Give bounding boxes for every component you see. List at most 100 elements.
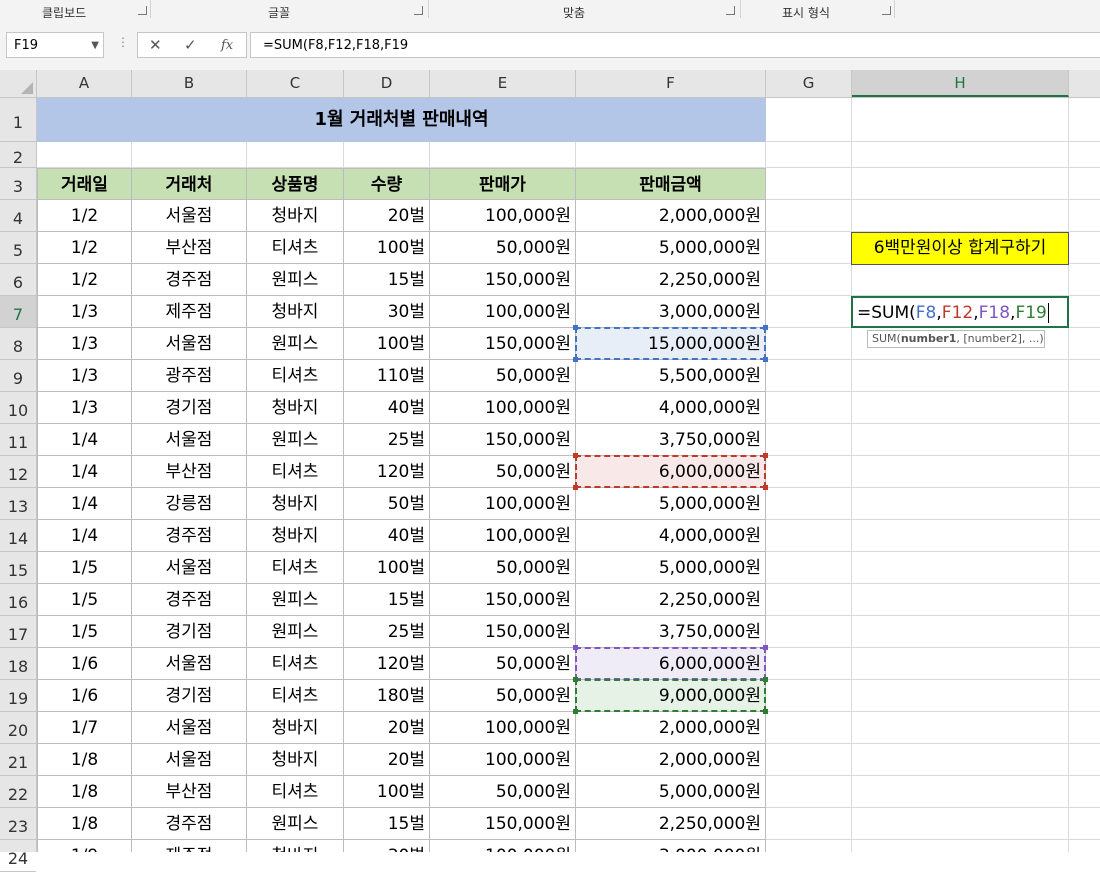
cell[interactable]: 50,000원 — [430, 456, 576, 488]
cell[interactable]: 1/4 — [37, 488, 132, 520]
row-header[interactable]: 11 — [0, 424, 36, 456]
cell[interactable]: 1/4 — [37, 456, 132, 488]
cell[interactable]: 경주점 — [132, 584, 247, 616]
cell[interactable]: 100,000원 — [430, 520, 576, 552]
cell[interactable]: 1/5 — [37, 616, 132, 648]
resize-handle[interactable] — [573, 453, 578, 458]
cell[interactable]: 제주점 — [132, 840, 247, 852]
cell[interactable]: 서울점 — [132, 712, 247, 744]
resize-handle[interactable] — [573, 645, 578, 650]
dialog-launcher-icon[interactable] — [138, 6, 147, 15]
column-label[interactable]: 상품명 — [247, 168, 344, 200]
row-header[interactable]: 3 — [0, 168, 36, 200]
cell[interactable]: 1/3 — [37, 296, 132, 328]
cell[interactable]: 150,000원 — [430, 328, 576, 360]
cell[interactable]: 3,750,000원 — [576, 616, 766, 648]
cell[interactable]: 원피스 — [247, 808, 344, 840]
cell[interactable]: 청바지 — [247, 712, 344, 744]
row-header[interactable]: 17 — [0, 616, 36, 648]
cell[interactable]: 180벌 — [344, 680, 430, 712]
row-header[interactable]: 23 — [0, 808, 36, 840]
cell[interactable]: 150,000원 — [430, 616, 576, 648]
resize-handle[interactable] — [763, 485, 768, 490]
cell[interactable]: 1/4 — [37, 520, 132, 552]
cell[interactable]: 서울점 — [132, 200, 247, 232]
cell[interactable]: 1/5 — [37, 552, 132, 584]
note-cell[interactable]: 6백만원이상 합계구하기 — [851, 232, 1069, 265]
cell[interactable]: 청바지 — [247, 392, 344, 424]
cell[interactable]: 제주점 — [132, 296, 247, 328]
cell[interactable]: 100벌 — [344, 776, 430, 808]
row-header[interactable]: 7 — [0, 296, 36, 328]
cell[interactable]: 2,250,000원 — [576, 584, 766, 616]
cell[interactable]: 경주점 — [132, 808, 247, 840]
cell[interactable]: 50벌 — [344, 488, 430, 520]
row-header[interactable]: 4 — [0, 200, 36, 232]
cell[interactable]: 티셔츠 — [247, 552, 344, 584]
cell[interactable]: 경기점 — [132, 392, 247, 424]
cell[interactable]: 50,000원 — [430, 360, 576, 392]
column-header-e[interactable]: E — [430, 70, 576, 97]
column-header-b[interactable]: B — [132, 70, 247, 97]
cell[interactable]: 4,000,000원 — [576, 392, 766, 424]
cell[interactable]: 15벌 — [344, 808, 430, 840]
cell[interactable]: 100,000원 — [430, 840, 576, 852]
cell[interactable]: 100,000원 — [430, 744, 576, 776]
sheet-title[interactable]: 1월 거래처별 판매내역 — [37, 98, 766, 142]
cell[interactable]: 30벌 — [344, 840, 430, 852]
cell[interactable]: 청바지 — [247, 744, 344, 776]
column-header-d[interactable]: D — [344, 70, 430, 97]
row-header[interactable]: 13 — [0, 488, 36, 520]
cell[interactable]: 1/6 — [37, 648, 132, 680]
resize-handle[interactable] — [573, 325, 578, 330]
cell[interactable]: 1/8 — [37, 776, 132, 808]
row-header[interactable]: 6 — [0, 264, 36, 296]
row-header[interactable]: 21 — [0, 744, 36, 776]
cell[interactable]: 경기점 — [132, 680, 247, 712]
cancel-icon[interactable]: ✕ — [149, 36, 162, 54]
cell[interactable]: 서울점 — [132, 424, 247, 456]
cell[interactable]: 5,000,000원 — [576, 232, 766, 264]
column-label[interactable]: 판매금액 — [576, 168, 766, 200]
cell[interactable]: 50,000원 — [430, 680, 576, 712]
cell[interactable]: 2,250,000원 — [576, 808, 766, 840]
cell[interactable]: 40벌 — [344, 520, 430, 552]
cell[interactable]: 20벌 — [344, 200, 430, 232]
cell[interactable]: 2,000,000원 — [576, 712, 766, 744]
cell[interactable]: 100벌 — [344, 552, 430, 584]
cell[interactable]: 25벌 — [344, 616, 430, 648]
cell[interactable]: 30벌 — [344, 296, 430, 328]
cell[interactable]: 광주점 — [132, 360, 247, 392]
cell[interactable]: 3,000,000원 — [576, 840, 766, 852]
cell[interactable]: 1/9 — [37, 840, 132, 852]
column-label[interactable]: 거래일 — [37, 168, 132, 200]
cell[interactable]: 1/7 — [37, 712, 132, 744]
cell[interactable]: 티셔츠 — [247, 232, 344, 264]
row-header[interactable]: 8 — [0, 328, 36, 360]
cell[interactable]: 100,000원 — [430, 296, 576, 328]
cell[interactable]: 경주점 — [132, 264, 247, 296]
cell[interactable]: 2,000,000원 — [576, 200, 766, 232]
row-header[interactable]: 14 — [0, 520, 36, 552]
cell[interactable]: 1/3 — [37, 392, 132, 424]
cell[interactable]: 부산점 — [132, 776, 247, 808]
column-label[interactable]: 판매가 — [430, 168, 576, 200]
row-header[interactable]: 16 — [0, 584, 36, 616]
cell[interactable]: 1/2 — [37, 264, 132, 296]
cell[interactable]: 원피스 — [247, 616, 344, 648]
cell[interactable]: 3,000,000원 — [576, 296, 766, 328]
cell[interactable]: 청바지 — [247, 520, 344, 552]
cell[interactable]: 20벌 — [344, 744, 430, 776]
cell[interactable]: 20벌 — [344, 712, 430, 744]
dialog-launcher-icon[interactable] — [414, 6, 423, 15]
cell[interactable]: 2,250,000원 — [576, 264, 766, 296]
cell[interactable]: 티셔츠 — [247, 648, 344, 680]
cell[interactable]: 청바지 — [247, 488, 344, 520]
resize-handle[interactable] — [573, 485, 578, 490]
cell[interactable]: 1/2 — [37, 232, 132, 264]
cell[interactable]: 100벌 — [344, 232, 430, 264]
cell[interactable]: 2,000,000원 — [576, 744, 766, 776]
cell[interactable]: 50,000원 — [430, 648, 576, 680]
active-cell-editor[interactable]: =SUM(F8,F12,F18,F19 — [851, 296, 1069, 328]
name-box[interactable]: F19 ▼ — [6, 32, 104, 58]
